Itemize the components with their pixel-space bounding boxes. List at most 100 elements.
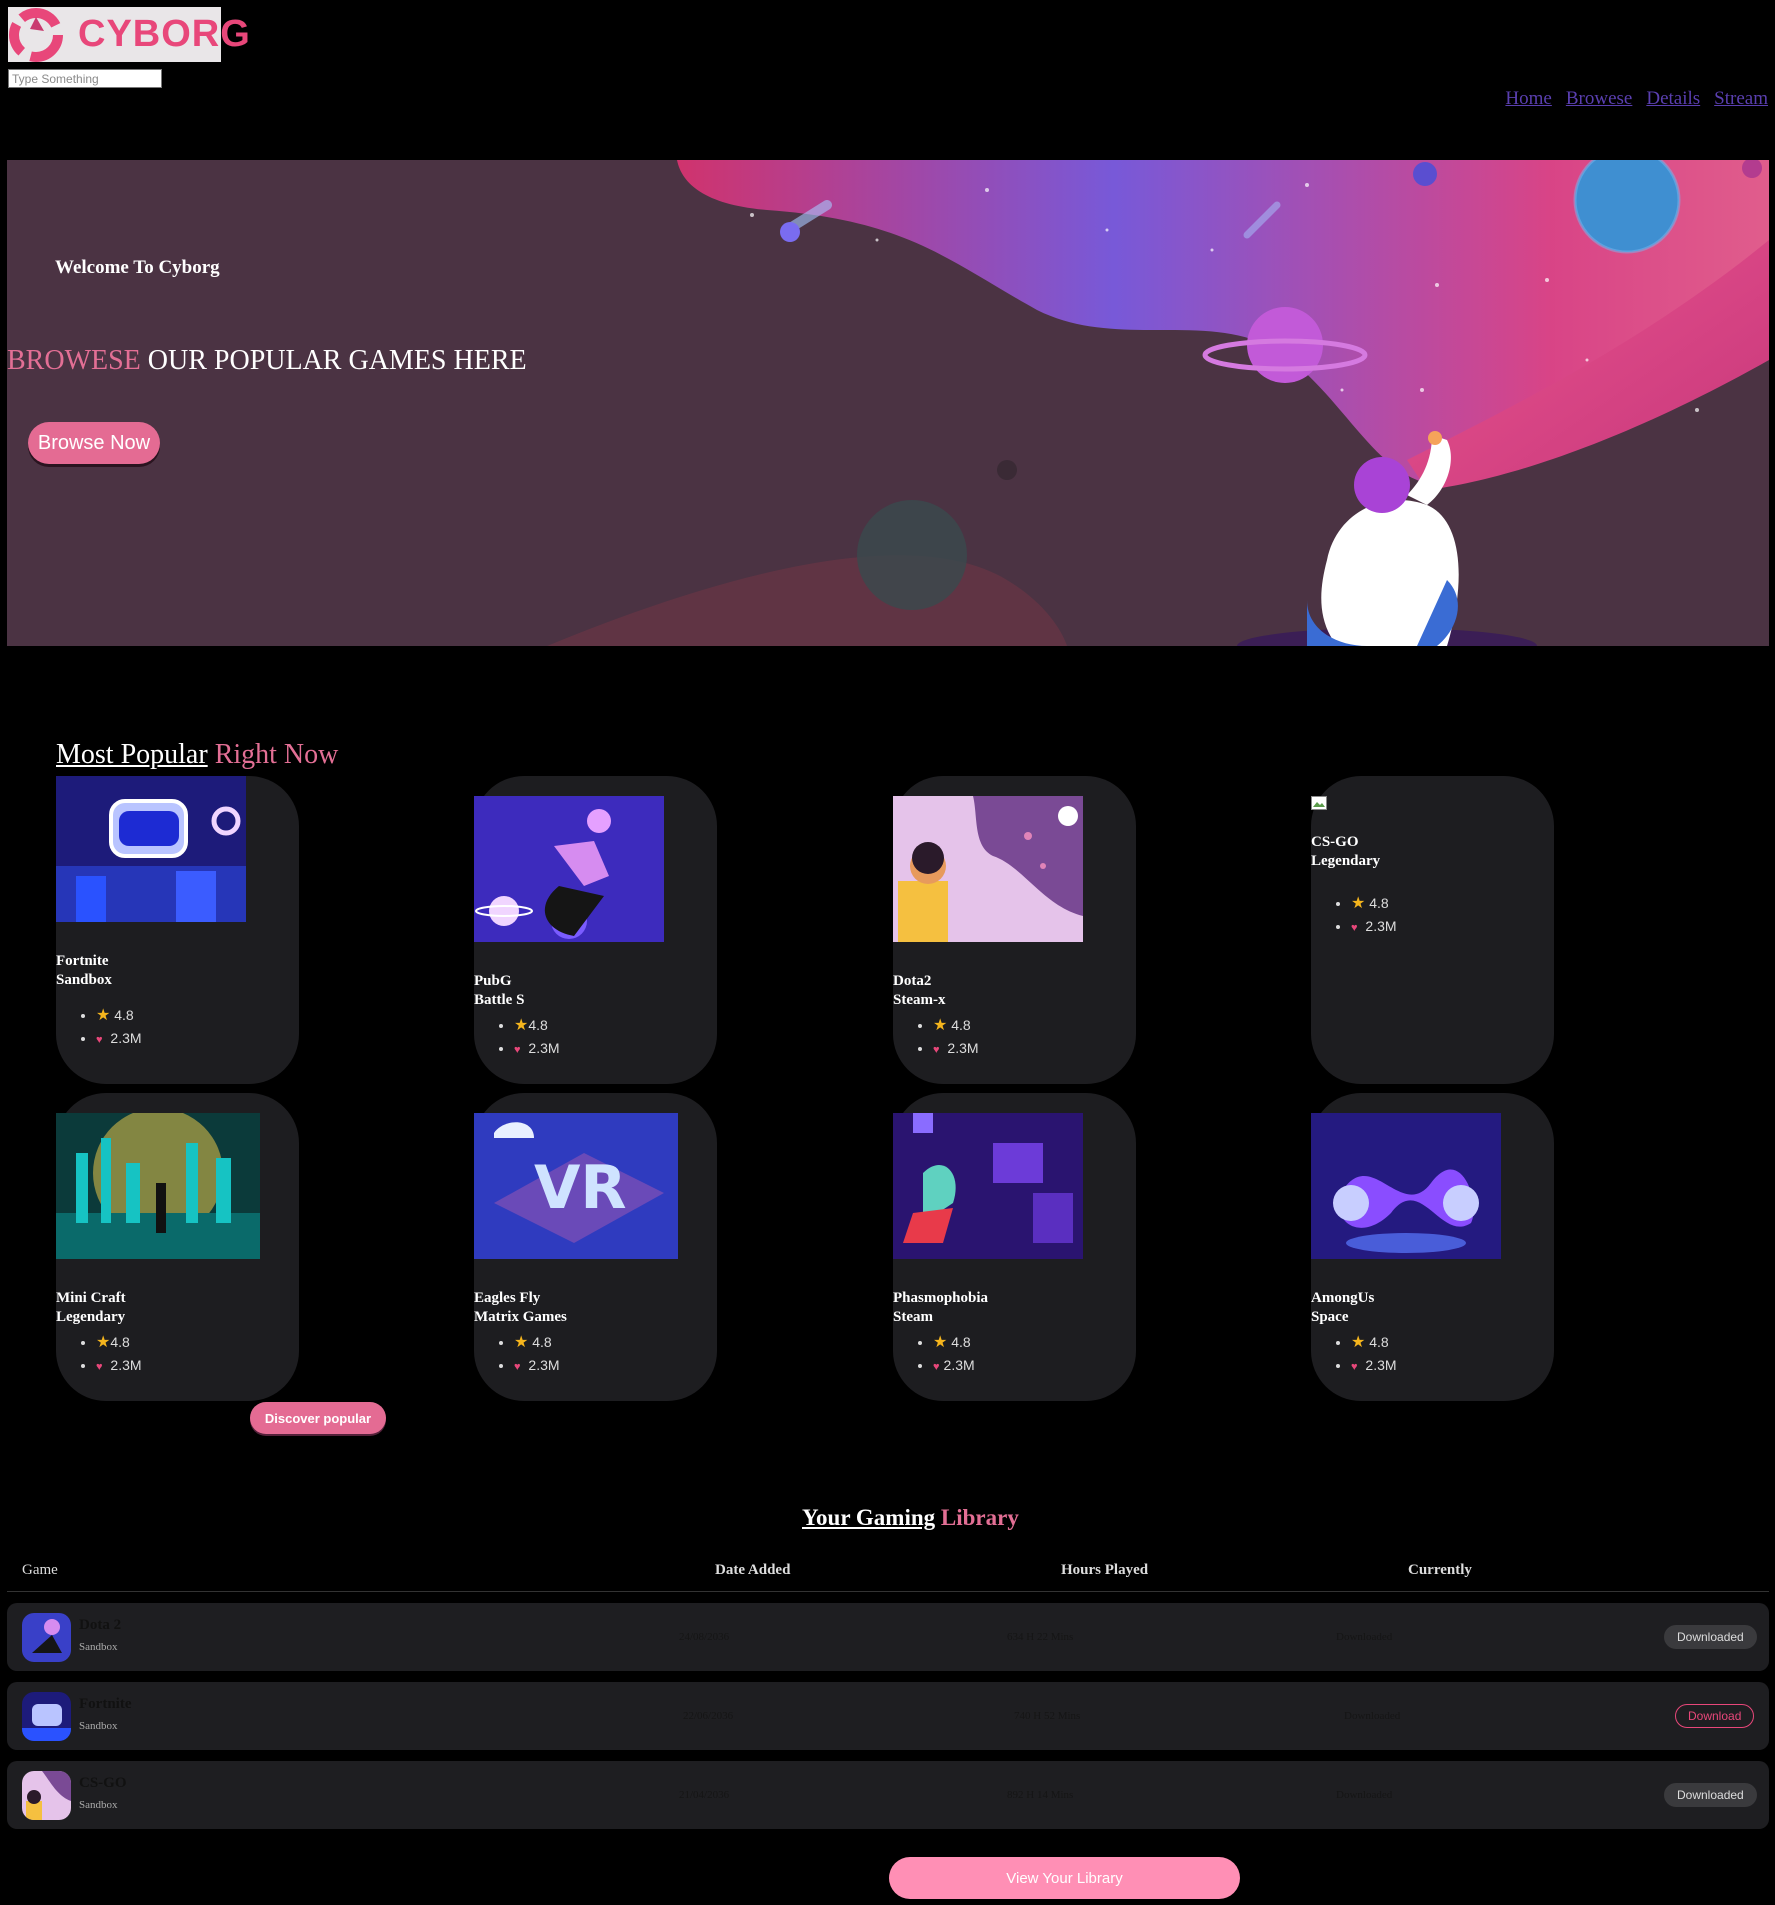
- game-card-phasmophobia[interactable]: PhasmophobiaSteam ★ 4.8 ♥2.3M: [893, 1093, 1136, 1401]
- star-icon: ★: [933, 1017, 948, 1034]
- game-thumbnail: [893, 796, 1083, 942]
- game-stats: ★ 4.8 ♥ 2.3M: [1311, 892, 1397, 939]
- game-name: Dota 2: [79, 1617, 122, 1633]
- game-name: CS-GO: [79, 1775, 127, 1791]
- game-sub: Sandbox: [79, 1799, 118, 1811]
- downloads: ♥ 2.3M: [933, 1037, 979, 1061]
- game-icon: [22, 1692, 71, 1741]
- rating: ★ 4.8: [1351, 892, 1397, 915]
- search-input[interactable]: [8, 69, 162, 88]
- heart-icon: ♥: [514, 1044, 521, 1056]
- game-stats: ★ 4.8 ♥ 2.3M: [1311, 1331, 1397, 1378]
- status: Downloaded: [1344, 1710, 1401, 1722]
- status: Downloaded: [1336, 1631, 1393, 1643]
- logo[interactable]: CYBORG: [8, 7, 250, 62]
- title-accent: Right Now: [207, 739, 339, 770]
- hero-headline: BROWESE OUR POPULAR GAMES HERE: [7, 345, 527, 377]
- heart-icon: ♥: [933, 1361, 940, 1373]
- game-icon: [22, 1771, 71, 1820]
- rating: ★ 4.8: [933, 1331, 975, 1354]
- game-name: Eagles Fly Matrix Games: [474, 1290, 567, 1325]
- status: Downloaded: [1336, 1789, 1393, 1801]
- star-icon: ★: [514, 1334, 529, 1351]
- game-stats: ★4.8 ♥ 2.3M: [474, 1014, 560, 1061]
- downloads: ♥ 2.3M: [96, 1354, 142, 1378]
- download-button[interactable]: Download: [1675, 1704, 1755, 1728]
- column-currently: Currently: [1408, 1562, 1472, 1578]
- logo-text: CYBORG: [78, 13, 251, 55]
- game-stats: ★ 4.8 ♥ 2.3M: [893, 1014, 979, 1061]
- date-added: 21/04/2036: [679, 1789, 730, 1801]
- nav-stream[interactable]: Stream: [1714, 88, 1768, 110]
- title-main: Most Popular: [56, 739, 208, 770]
- downloads: ♥ 2.3M: [96, 1027, 142, 1051]
- heart-icon: ♥: [933, 1044, 940, 1056]
- game-icon: [22, 1613, 71, 1662]
- game-name: Fortnite Sandbox: [56, 953, 112, 988]
- headline-accent: BROWESE: [7, 345, 141, 376]
- library-row: Dota 2 Sandbox 24/08/2036 634 H 22 Mins …: [7, 1603, 1769, 1671]
- star-icon: ★: [1351, 1334, 1366, 1351]
- game-name: Phasmophobia Steam: [893, 1290, 989, 1325]
- game-thumbnail: [56, 1113, 260, 1259]
- game-card-eagles-fly[interactable]: VR Eagles FlyMatrix Games ★ 4.8 ♥ 2.3M: [474, 1093, 717, 1401]
- game-card-fortnite[interactable]: FortniteSandbox ★ 4.8 ♥ 2.3M: [56, 776, 299, 1084]
- heart-icon: ♥: [514, 1361, 521, 1373]
- game-sub: Sandbox: [79, 1641, 118, 1653]
- game-thumbnail: [893, 1113, 1083, 1259]
- downloads: ♥2.3M: [933, 1354, 975, 1378]
- library-row: Fortnite Sandbox 22/06/2036 740 H 52 Min…: [7, 1682, 1769, 1750]
- rating: ★4.8: [96, 1331, 142, 1354]
- welcome-text: Welcome To Cyborg: [55, 257, 220, 278]
- game-stats: ★ 4.8 ♥ 2.3M: [474, 1331, 560, 1378]
- library-row: CS-GO Sandbox 21/04/2036 892 H 14 Mins D…: [7, 1761, 1769, 1829]
- star-icon: ★: [514, 1017, 529, 1034]
- game-sub: Sandbox: [79, 1720, 118, 1732]
- headline-rest: OUR POPULAR GAMES HERE: [140, 345, 527, 376]
- browse-now-button[interactable]: Browse Now: [28, 422, 160, 464]
- downloads: ♥ 2.3M: [1351, 1354, 1397, 1378]
- game-card-dota2[interactable]: Dota2Steam-x ★ 4.8 ♥ 2.3M: [893, 776, 1136, 1084]
- hours-played: 634 H 22 Mins: [1007, 1631, 1074, 1643]
- game-name: PubG Battle S: [474, 973, 525, 1008]
- rating: ★ 4.8: [1351, 1331, 1397, 1354]
- rating: ★ 4.8: [933, 1014, 979, 1037]
- nav-browse[interactable]: Browese: [1566, 88, 1632, 110]
- star-icon: ★: [1351, 895, 1366, 912]
- divider: [7, 1591, 1769, 1592]
- broken-image-icon: [1311, 796, 1329, 812]
- column-hours-played: Hours Played: [1061, 1562, 1149, 1578]
- column-game: Game: [22, 1562, 58, 1578]
- game-stats: ★ 4.8 ♥2.3M: [893, 1331, 975, 1378]
- game-card-minicraft[interactable]: Mini CraftLegendary ★4.8 ♥ 2.3M: [56, 1093, 299, 1401]
- rating: ★4.8: [514, 1014, 560, 1037]
- game-name: AmongUs Space: [1311, 1290, 1375, 1325]
- column-date-added: Date Added: [715, 1562, 791, 1578]
- star-icon: ★: [96, 1007, 111, 1024]
- game-thumbnail: [474, 796, 664, 942]
- logo-mark-icon: [8, 7, 64, 62]
- view-library-button[interactable]: View Your Library: [889, 1857, 1240, 1899]
- downloads: ♥ 2.3M: [1351, 915, 1397, 939]
- library-title: Your Gaming Library: [802, 1505, 1019, 1531]
- game-name: Fortnite: [79, 1696, 132, 1712]
- game-card-pubg[interactable]: PubGBattle S ★4.8 ♥ 2.3M: [474, 776, 717, 1084]
- game-name: CS-GO Legendary: [1311, 834, 1381, 869]
- game-card-csgo[interactable]: CS-GOLegendary ★ 4.8 ♥ 2.3M: [1311, 776, 1554, 1084]
- game-stats: ★4.8 ♥ 2.3M: [56, 1331, 142, 1378]
- date-added: 22/06/2036: [683, 1710, 734, 1722]
- heart-icon: ♥: [96, 1034, 103, 1046]
- heart-icon: ♥: [96, 1361, 103, 1373]
- nav-details[interactable]: Details: [1646, 88, 1700, 110]
- downloads: ♥ 2.3M: [514, 1037, 560, 1061]
- discover-popular-button[interactable]: Discover popular: [250, 1402, 386, 1434]
- rating: ★ 4.8: [514, 1331, 560, 1354]
- downloads: ♥ 2.3M: [514, 1354, 560, 1378]
- rating: ★ 4.8: [96, 1004, 142, 1027]
- downloaded-button[interactable]: Downloaded: [1664, 1783, 1757, 1807]
- hero-illustration: [547, 160, 1769, 646]
- title-accent: Library: [935, 1505, 1019, 1530]
- downloaded-button[interactable]: Downloaded: [1664, 1625, 1757, 1649]
- nav-home[interactable]: Home: [1505, 88, 1551, 110]
- game-card-amongus[interactable]: AmongUsSpace ★ 4.8 ♥ 2.3M: [1311, 1093, 1554, 1401]
